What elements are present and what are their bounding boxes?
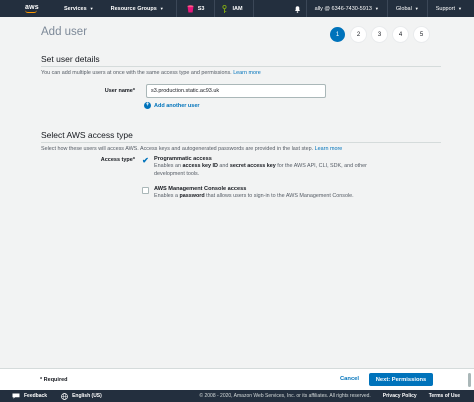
copyright-text: © 2008 - 2020, Amazon Web Services, Inc.… bbox=[199, 393, 371, 399]
nav-divider bbox=[426, 0, 428, 17]
access-type-label: Access type* bbox=[100, 157, 135, 163]
wizard-steps: 1 2 3 4 5 bbox=[330, 27, 435, 42]
step-4[interactable]: 4 bbox=[393, 27, 408, 42]
chevron-down-icon: ▼ bbox=[414, 6, 419, 11]
nav-divider bbox=[386, 0, 388, 17]
access-type-heading: Select AWS access type bbox=[41, 130, 133, 140]
add-another-user-label: Add another user bbox=[154, 102, 200, 109]
iam-key-icon bbox=[222, 4, 228, 13]
globe-icon bbox=[61, 392, 68, 400]
s3-shortcut[interactable]: S3 bbox=[187, 0, 205, 17]
nav-divider bbox=[305, 0, 307, 17]
console-access-option: AWS Management Console access Enables a … bbox=[142, 186, 374, 200]
region-label: Global bbox=[395, 5, 412, 12]
nav-divider bbox=[214, 0, 216, 17]
top-navigation-bar: aws Services ▼ Resource Groups ▼ S3 IAM bbox=[0, 0, 474, 17]
privacy-policy-link[interactable]: Privacy Policy bbox=[383, 393, 417, 399]
feedback-link[interactable]: Feedback bbox=[12, 393, 47, 399]
learn-more-link[interactable]: Learn more bbox=[233, 70, 261, 76]
required-note: * Required bbox=[40, 377, 68, 383]
console-access-desc: Enables a password that allows users to … bbox=[154, 193, 354, 199]
add-another-user-link[interactable]: + Add another user bbox=[144, 102, 200, 109]
user-details-description: You can add multiple users at once with … bbox=[41, 70, 261, 76]
user-details-heading: Set user details bbox=[41, 54, 100, 64]
step-3[interactable]: 3 bbox=[372, 27, 387, 42]
account-menu[interactable]: ally @ 6346-7430-5913 ▼ bbox=[315, 0, 379, 17]
footer-legal: © 2008 - 2020, Amazon Web Services, Inc.… bbox=[187, 393, 460, 399]
support-menu[interactable]: Support ▼ bbox=[436, 0, 462, 17]
resource-groups-menu[interactable]: Resource Groups ▼ bbox=[111, 0, 164, 17]
support-label: Support bbox=[435, 5, 456, 12]
programmatic-access-text: Programmatic access Enables an access ke… bbox=[154, 156, 374, 178]
terms-of-use-link[interactable]: Terms of Use bbox=[429, 393, 460, 399]
cancel-button[interactable]: Cancel bbox=[340, 376, 359, 382]
services-menu[interactable]: Services ▼ bbox=[64, 0, 94, 17]
next-permissions-button[interactable]: Next: Permissions bbox=[369, 373, 433, 386]
console-footer: Feedback English (US) © 2008 - 2020, Ama… bbox=[0, 390, 474, 402]
chevron-down-icon: ▼ bbox=[458, 6, 462, 11]
access-type-desc-text: Select how these users will access AWS. … bbox=[41, 146, 314, 152]
services-label: Services bbox=[64, 5, 87, 12]
chat-bubble-icon bbox=[12, 393, 20, 399]
programmatic-access-option: ✔ Programmatic access Enables an access … bbox=[142, 156, 374, 178]
feedback-label: Feedback bbox=[24, 393, 48, 399]
step-1[interactable]: 1 bbox=[330, 27, 345, 42]
user-details-desc-text: You can add multiple users at once with … bbox=[41, 70, 232, 76]
account-label: ally @ 6346-7430-5913 bbox=[314, 5, 372, 12]
wizard-footer: * Required Cancel Next: Permissions bbox=[0, 368, 474, 390]
console-access-checkbox[interactable] bbox=[142, 187, 149, 194]
user-name-label: User name* bbox=[104, 88, 135, 94]
page-title: Add user bbox=[41, 26, 88, 38]
plus-circle-icon: + bbox=[144, 102, 151, 109]
language-label: English (US) bbox=[72, 393, 102, 399]
s3-label: S3 bbox=[197, 5, 205, 12]
nav-divider bbox=[252, 0, 254, 17]
user-name-input[interactable] bbox=[146, 84, 326, 98]
chevron-down-icon: ▼ bbox=[159, 6, 164, 11]
nav-divider bbox=[175, 0, 177, 17]
programmatic-access-desc: Enables an access key ID and secret acce… bbox=[154, 163, 367, 177]
step-5[interactable]: 5 bbox=[414, 27, 429, 42]
iam-label: IAM bbox=[232, 5, 243, 12]
learn-more-link[interactable]: Learn more bbox=[315, 146, 343, 152]
console-access-text: AWS Management Console access Enables a … bbox=[154, 186, 374, 200]
resource-groups-label: Resource Groups bbox=[110, 5, 157, 12]
step-2[interactable]: 2 bbox=[351, 27, 366, 42]
programmatic-access-checkbox[interactable]: ✔ bbox=[142, 157, 149, 165]
scrollbar-thumb[interactable] bbox=[468, 373, 471, 387]
s3-bucket-icon bbox=[187, 4, 194, 12]
chevron-down-icon: ▼ bbox=[374, 6, 379, 11]
chevron-down-icon: ▼ bbox=[89, 6, 94, 11]
iam-shortcut[interactable]: IAM bbox=[221, 0, 243, 17]
section-divider bbox=[41, 66, 441, 67]
account-navigation: ally @ 6346-7430-5913 ▼ Global ▼ Support… bbox=[294, 0, 474, 17]
section-divider bbox=[41, 142, 441, 143]
region-menu[interactable]: Global ▼ bbox=[396, 0, 419, 17]
access-type-description: Select how these users will access AWS. … bbox=[41, 146, 342, 152]
aws-logo[interactable]: aws bbox=[0, 0, 40, 17]
aws-logo-smile bbox=[25, 10, 37, 13]
bell-icon[interactable] bbox=[294, 5, 301, 13]
language-selector[interactable]: English (US) bbox=[61, 392, 102, 400]
